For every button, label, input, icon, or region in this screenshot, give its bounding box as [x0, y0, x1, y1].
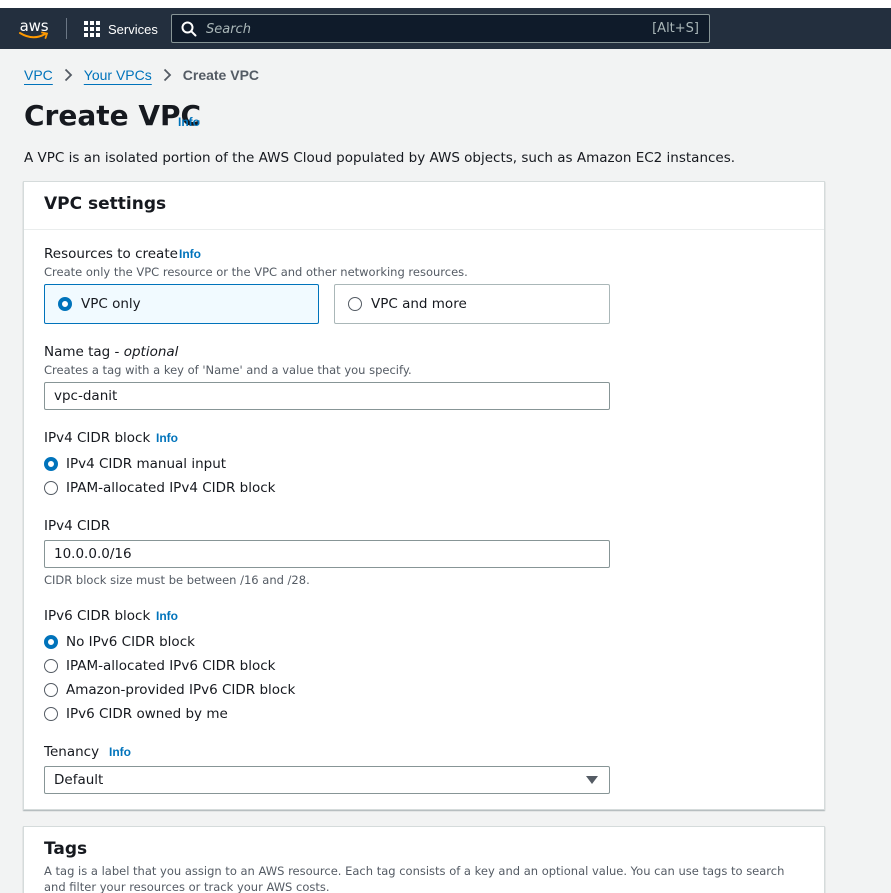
radio-selected-icon: [58, 297, 72, 311]
page-info-link[interactable]: Info: [178, 115, 200, 129]
vpc-and-more-label: VPC and more: [371, 296, 467, 312]
vpc-and-more-option[interactable]: VPC and more: [334, 284, 610, 324]
chevron-right-icon: [64, 68, 73, 82]
breadcrumb-current: Create VPC: [182, 67, 260, 83]
vpc-settings-title: VPC settings: [44, 194, 167, 214]
name-tag-optional: optional: [123, 344, 179, 360]
radio-unselected-icon: [44, 707, 58, 721]
no-ipv6-radio[interactable]: No IPv6 CIDR block: [44, 634, 195, 650]
tenancy-select[interactable]: Default: [44, 766, 610, 794]
tags-title: Tags: [44, 839, 88, 859]
nav-divider: [66, 18, 67, 39]
ipv6-owned-by-me-radio[interactable]: IPv6 CIDR owned by me: [44, 706, 228, 722]
ipv6-owned-by-me-label: IPv6 CIDR owned by me: [66, 706, 228, 722]
resources-info-link[interactable]: Info: [179, 247, 201, 261]
page-description: A VPC is an isolated portion of the AWS …: [24, 150, 736, 166]
search-shortcut-hint: [Alt+S]: [652, 21, 699, 36]
ipv4-block-label: IPv4 CIDR block: [44, 430, 151, 446]
ipv4-block-info-link[interactable]: Info: [156, 431, 178, 445]
ipv4-cidr-input[interactable]: 10.0.0.0/16: [44, 540, 610, 568]
vpc-settings-header: VPC settings: [24, 182, 824, 230]
ipv6-ipam-label: IPAM-allocated IPv6 CIDR block: [66, 658, 276, 674]
tenancy-info-link[interactable]: Info: [109, 745, 131, 759]
page-title: Create VPC: [24, 99, 202, 132]
ipv6-ipam-radio[interactable]: IPAM-allocated IPv6 CIDR block: [44, 658, 276, 674]
radio-unselected-icon: [44, 481, 58, 495]
ipv6-amazon-provided-radio[interactable]: Amazon-provided IPv6 CIDR block: [44, 682, 295, 698]
services-grid-icon: [84, 21, 100, 37]
radio-unselected-icon: [348, 297, 362, 311]
name-tag-description: Creates a tag with a key of 'Name' and a…: [44, 363, 412, 377]
ipv6-block-label: IPv6 CIDR block: [44, 608, 151, 624]
ipv4-manual-input-label: IPv4 CIDR manual input: [66, 456, 227, 472]
name-tag-label: Name tag - optional: [44, 344, 179, 360]
search-input[interactable]: [206, 20, 626, 38]
radio-unselected-icon: [44, 659, 58, 673]
tenancy-value: Default: [54, 772, 104, 788]
tags-description: A tag is a label that you assign to an A…: [44, 864, 785, 893]
no-ipv6-label: No IPv6 CIDR block: [66, 634, 195, 650]
top-navigation-bar: aws Services [Alt+S]: [0, 8, 891, 49]
vpc-only-option[interactable]: VPC only: [44, 284, 319, 324]
ipv4-manual-input-radio[interactable]: IPv4 CIDR manual input: [44, 456, 226, 472]
vpc-settings-panel: VPC settings Resources to create Info Cr…: [23, 181, 825, 810]
top-strip: [0, 0, 891, 8]
radio-unselected-icon: [44, 683, 58, 697]
chevron-right-icon: [163, 68, 172, 82]
ipv4-cidr-label: IPv4 CIDR: [44, 518, 111, 534]
resources-label: Resources to create: [44, 246, 178, 262]
breadcrumb: VPC Your VPCs Create VPC: [24, 67, 259, 83]
radio-selected-icon: [44, 635, 58, 649]
radio-selected-icon: [44, 457, 58, 471]
aws-smile-icon: [19, 31, 49, 39]
name-tag-input[interactable]: vpc-danit: [44, 382, 610, 410]
services-label: Services: [108, 21, 158, 37]
ipv4-ipam-label: IPAM-allocated IPv4 CIDR block: [66, 480, 276, 496]
ipv4-ipam-radio[interactable]: IPAM-allocated IPv4 CIDR block: [44, 480, 276, 496]
caret-down-icon: [586, 776, 598, 784]
breadcrumb-your-vpcs-link[interactable]: Your VPCs: [84, 67, 152, 83]
aws-logo[interactable]: aws: [17, 17, 51, 43]
ipv4-cidr-hint: CIDR block size must be between /16 and …: [44, 573, 310, 587]
ipv6-block-info-link[interactable]: Info: [156, 609, 178, 623]
tenancy-label: Tenancy: [44, 744, 100, 760]
global-search-box[interactable]: [Alt+S]: [171, 14, 710, 43]
breadcrumb-vpc-link[interactable]: VPC: [24, 67, 53, 83]
services-menu-button[interactable]: Services: [84, 19, 158, 39]
vpc-only-label: VPC only: [81, 296, 141, 312]
ipv6-amazon-provided-label: Amazon-provided IPv6 CIDR block: [66, 682, 296, 698]
resources-description: Create only the VPC resource or the VPC …: [44, 265, 468, 279]
tags-panel: Tags A tag is a label that you assign to…: [23, 826, 825, 893]
search-icon: [181, 21, 197, 37]
